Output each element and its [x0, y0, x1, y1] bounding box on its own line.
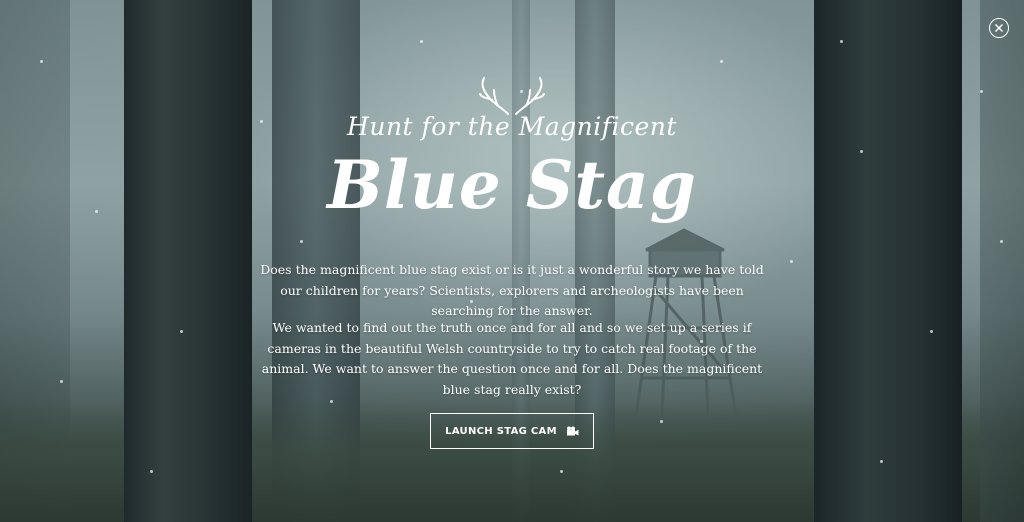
intro-paragraph: Does the magnificent blue stag exist or …: [260, 262, 764, 318]
launch-stag-cam-label: LAUNCH STAG CAM: [445, 425, 557, 437]
hero-content: Hunt for the Magnificent Blue Stag Does …: [0, 0, 1024, 522]
hero-title: Blue Stag: [327, 146, 697, 224]
launch-stag-cam-button[interactable]: LAUNCH STAG CAM: [430, 413, 594, 449]
mission-paragraph: We wanted to find out the truth once and…: [261, 320, 763, 397]
antlers-icon: [479, 77, 545, 115]
video-camera-icon: [566, 426, 579, 436]
hero-subtitle: Hunt for the Magnificent: [347, 112, 677, 141]
